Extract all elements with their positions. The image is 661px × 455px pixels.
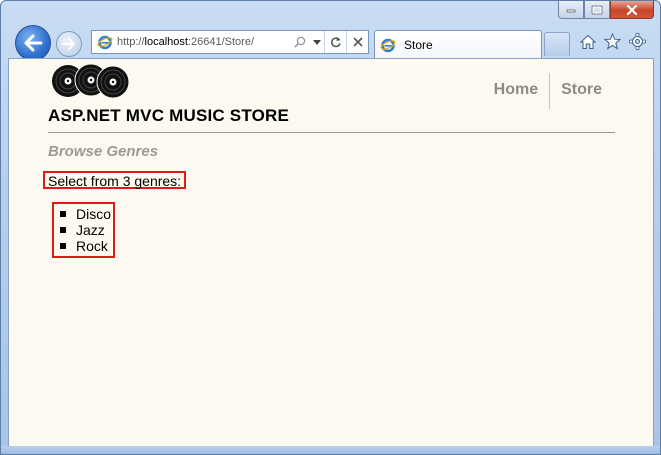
browser-toolbar xyxy=(579,33,646,50)
tab-title: Store xyxy=(404,37,433,52)
window-caption-buttons xyxy=(558,1,654,21)
close-icon xyxy=(626,4,638,15)
genre-list: Disco Jazz Rock xyxy=(52,202,115,258)
window-bottom-frame xyxy=(1,446,660,454)
address-url[interactable]: http://localhost:26641/Store/ xyxy=(117,36,290,48)
url-host: localhost xyxy=(144,36,188,48)
tab-store[interactable]: Store xyxy=(374,30,542,58)
favorites-star-icon xyxy=(604,33,621,50)
chevron-down-icon xyxy=(313,39,321,45)
url-path: :26641/Store/ xyxy=(187,36,255,48)
tools-button[interactable] xyxy=(629,33,646,50)
internet-explorer-icon xyxy=(97,34,113,50)
tab-favicon-icon xyxy=(380,37,396,53)
address-bar-tools xyxy=(290,31,368,53)
minimize-icon xyxy=(566,9,576,12)
list-item: Disco xyxy=(54,206,113,222)
vinyl-records-logo-icon xyxy=(52,63,130,99)
minimize-button[interactable] xyxy=(558,1,584,19)
search-icon xyxy=(294,36,306,48)
refresh-icon xyxy=(330,37,341,48)
maximize-icon xyxy=(591,5,603,14)
new-tab-button[interactable] xyxy=(544,32,570,56)
forward-arrow-icon xyxy=(62,38,75,50)
home-icon xyxy=(579,34,596,49)
site-logo xyxy=(49,61,131,101)
maximize-button[interactable] xyxy=(584,1,610,19)
favorites-button[interactable] xyxy=(604,33,621,50)
main-nav: Home Store xyxy=(483,73,613,109)
bullet-icon xyxy=(60,211,66,217)
site-title: ASP.NET MVC MUSIC STORE xyxy=(48,106,290,125)
back-arrow-icon xyxy=(24,34,43,52)
header-divider xyxy=(48,132,615,133)
forward-button[interactable] xyxy=(56,31,82,57)
stop-button[interactable] xyxy=(346,31,368,53)
back-button[interactable] xyxy=(15,25,51,61)
page-viewport: ASP.NET MVC MUSIC STORE Home Store Brows… xyxy=(8,58,654,448)
page-heading: Browse Genres xyxy=(48,143,159,160)
genre-name: Jazz xyxy=(76,222,105,238)
nav-link-home[interactable]: Home xyxy=(483,73,549,109)
list-item: Rock xyxy=(54,238,113,254)
address-dropdown-button[interactable] xyxy=(310,31,324,53)
genre-name: Rock xyxy=(76,238,108,254)
browser-navigation-bar: http://localhost:26641/Store/ Store xyxy=(1,23,660,61)
browser-window: http://localhost:26641/Store/ Store ASP.… xyxy=(0,0,661,455)
close-window-button[interactable] xyxy=(610,1,654,19)
genre-name: Disco xyxy=(76,206,112,222)
refresh-button[interactable] xyxy=(324,31,346,53)
address-bar[interactable]: http://localhost:26641/Store/ xyxy=(91,30,369,54)
bullet-icon xyxy=(60,227,66,233)
stop-icon xyxy=(352,37,363,47)
search-button[interactable] xyxy=(290,31,310,53)
url-scheme: http:// xyxy=(117,36,145,48)
list-item: Jazz xyxy=(54,222,113,238)
nav-link-store[interactable]: Store xyxy=(550,73,613,109)
tools-gear-icon xyxy=(629,33,646,50)
home-button[interactable] xyxy=(579,33,596,50)
genre-count-text: Select from 3 genres: xyxy=(43,171,187,189)
bullet-icon xyxy=(60,243,66,249)
